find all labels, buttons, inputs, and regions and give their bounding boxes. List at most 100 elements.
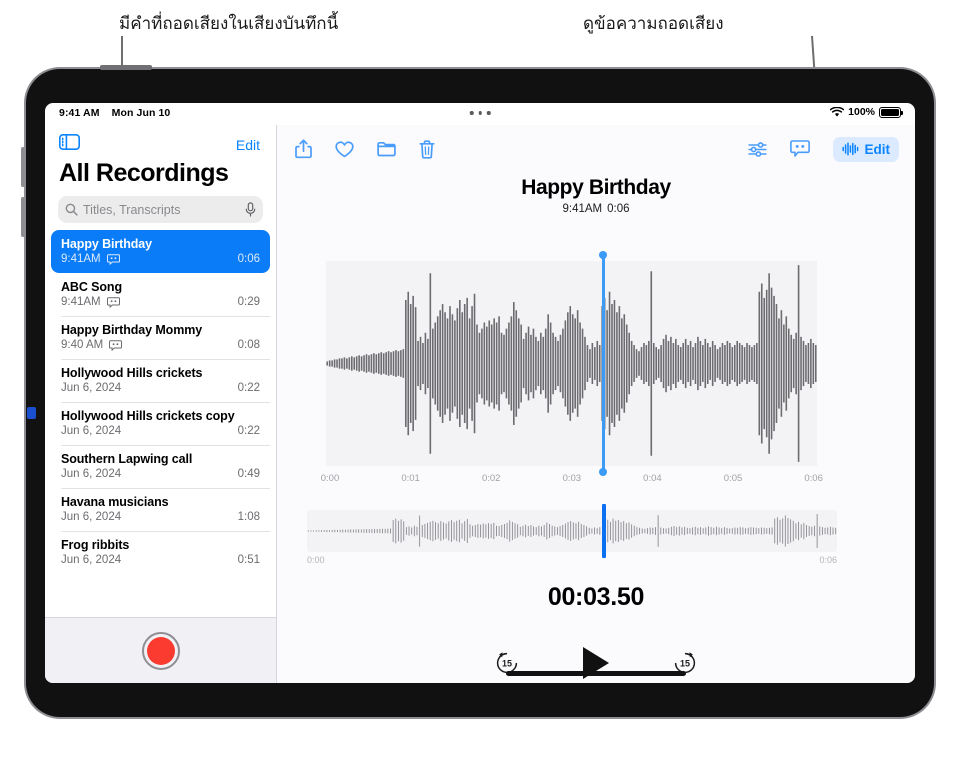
recording-title: Frog ribbits bbox=[61, 538, 130, 552]
recording-date: 9:41AM bbox=[61, 296, 101, 308]
annotation-transcript-available: มีคำที่ถอดเสียงในเสียงบันทึกนี้ bbox=[119, 14, 339, 34]
recording-duration: 0:51 bbox=[237, 554, 260, 566]
sidebar-edit-button[interactable]: Edit bbox=[236, 137, 260, 153]
recording-title: Hollywood Hills crickets copy bbox=[61, 409, 235, 423]
search-container: Titles, Transcripts bbox=[45, 196, 276, 230]
recording-title: Happy Birthday bbox=[61, 237, 152, 251]
list-item[interactable]: ABC Song 9:41AM 0:29 bbox=[51, 273, 270, 316]
folder-icon[interactable] bbox=[377, 141, 396, 157]
recording-duration: 0:29 bbox=[237, 296, 260, 308]
waveform-bars bbox=[326, 265, 817, 462]
search-input[interactable]: Titles, Transcripts bbox=[83, 203, 240, 217]
annotation-view-transcript: ดูข้อความถอดเสียง bbox=[583, 14, 724, 34]
skip-forward-label: 15 bbox=[680, 659, 690, 669]
trash-icon[interactable] bbox=[419, 139, 435, 159]
recording-date: 9:41AM bbox=[61, 253, 101, 265]
recording-meta: Jun 6, 2024 0:51 bbox=[61, 554, 260, 566]
recording-duration: 0:08 bbox=[237, 339, 260, 351]
recording-meta: 9:40 AM 0:08 bbox=[61, 339, 260, 351]
battery-icon bbox=[879, 106, 903, 118]
waveform-detail[interactable] bbox=[326, 255, 817, 472]
edit-waveform-button[interactable]: Edit bbox=[832, 136, 899, 162]
sidebar-toggle-icon[interactable] bbox=[59, 134, 80, 155]
ruler-tick: 0:05 bbox=[723, 473, 743, 484]
status-bar: 9:41 AM Mon Jun 10 100% bbox=[45, 103, 915, 125]
microphone-icon[interactable] bbox=[245, 202, 256, 217]
page-title: All Recordings bbox=[59, 159, 229, 187]
recording-duration: 0:06 bbox=[237, 253, 260, 265]
overview-labels: 0:00 0:06 bbox=[307, 555, 837, 565]
recording-meta: 9:41AM 0:29 bbox=[61, 296, 260, 308]
status-bar-right: 100% bbox=[830, 106, 903, 118]
list-item[interactable]: Hollywood Hills crickets copy Jun 6, 202… bbox=[51, 402, 270, 445]
ruler-tick: 0:06 bbox=[804, 473, 823, 484]
list-item[interactable]: Frog ribbits Jun 6, 2024 0:51 bbox=[51, 531, 270, 574]
transcript-icon[interactable] bbox=[789, 140, 810, 158]
power-button[interactable] bbox=[100, 65, 152, 70]
status-date: Mon Jun 10 bbox=[111, 107, 171, 119]
volume-down-button[interactable] bbox=[21, 197, 26, 237]
overview-end-label: 0:06 bbox=[819, 555, 837, 565]
timeline-ruler: 0:00 0:01 0:02 0:03 0:04 0:05 0:06 bbox=[321, 473, 823, 487]
recordings-sidebar: Edit All Recordings Titles, Transcripts bbox=[45, 125, 277, 683]
ruler-tick: 0:03 bbox=[562, 473, 582, 484]
recording-title: Havana musicians bbox=[61, 495, 169, 509]
recording-meta: 9:41AM 0:06 bbox=[61, 253, 260, 265]
recording-detail-panel: Edit Happy Birthday 9:41AM 0:06 0:00 0:0… bbox=[277, 125, 915, 683]
recording-date: Jun 6, 2024 bbox=[61, 511, 122, 523]
detail-toolbar: Edit bbox=[277, 125, 915, 165]
playhead-handle[interactable] bbox=[601, 255, 605, 472]
recording-date: Jun 6, 2024 bbox=[61, 468, 122, 480]
waveform-icon bbox=[841, 142, 858, 156]
sidebar-header: Edit bbox=[45, 125, 276, 157]
recording-duration: 1:08 bbox=[237, 511, 260, 523]
status-time: 9:41 AM bbox=[59, 107, 100, 119]
recording-duration: 0:49 bbox=[237, 468, 260, 480]
ruler-tick: 0:01 bbox=[401, 473, 420, 484]
device-indicator-dot bbox=[27, 407, 36, 419]
search-field[interactable]: Titles, Transcripts bbox=[58, 196, 263, 223]
transcript-icon bbox=[109, 339, 123, 351]
detail-duration: 0:06 bbox=[607, 203, 630, 215]
record-button[interactable] bbox=[141, 631, 180, 670]
list-item[interactable]: Happy Birthday 9:41AM 0:06 bbox=[51, 230, 270, 273]
recording-meta: Jun 6, 2024 0:22 bbox=[61, 425, 260, 437]
app-content: Edit All Recordings Titles, Transcripts bbox=[45, 125, 915, 683]
transcript-icon bbox=[106, 296, 120, 308]
share-icon[interactable] bbox=[295, 139, 312, 159]
list-item[interactable]: Havana musicians Jun 6, 2024 1:08 bbox=[51, 488, 270, 531]
list-item[interactable]: Hollywood Hills crickets Jun 6, 2024 0:2… bbox=[51, 359, 270, 402]
recording-title: ABC Song bbox=[61, 280, 122, 294]
recordings-list[interactable]: Happy Birthday 9:41AM 0:06 ABC Song 9:41… bbox=[45, 230, 276, 617]
audio-settings-icon[interactable] bbox=[747, 141, 767, 158]
home-indicator[interactable] bbox=[506, 671, 686, 676]
list-item[interactable]: Happy Birthday Mommy 9:40 AM 0:08 bbox=[51, 316, 270, 359]
recording-duration: 0:22 bbox=[237, 382, 260, 394]
recording-meta: Jun 6, 2024 0:22 bbox=[61, 382, 260, 394]
status-bar-left: 9:41 AM Mon Jun 10 bbox=[59, 107, 170, 119]
overview-bars bbox=[307, 514, 837, 548]
dynamic-island-dots bbox=[469, 111, 491, 115]
waveform-overview[interactable] bbox=[307, 504, 837, 558]
record-bar bbox=[45, 617, 276, 683]
favorite-heart-icon[interactable] bbox=[335, 140, 354, 158]
wifi-icon bbox=[830, 106, 845, 117]
recording-duration: 0:22 bbox=[237, 425, 260, 437]
detail-time: 9:41AM bbox=[562, 203, 603, 215]
timecode-display: 00:03.50 bbox=[547, 583, 645, 611]
search-icon bbox=[65, 203, 78, 216]
volume-up-button[interactable] bbox=[21, 147, 26, 187]
battery-percent: 100% bbox=[848, 106, 875, 118]
transcript-icon bbox=[106, 253, 120, 265]
skip-back-label: 15 bbox=[502, 659, 512, 669]
device-screen: 9:41 AM Mon Jun 10 100% Edit All Recordi… bbox=[45, 103, 915, 683]
list-item[interactable]: Southern Lapwing call Jun 6, 2024 0:49 bbox=[51, 445, 270, 488]
overview-start-label: 0:00 bbox=[307, 555, 325, 565]
recording-date: 9:40 AM bbox=[61, 339, 104, 351]
overview-background bbox=[307, 510, 837, 552]
recording-title: Happy Birthday Mommy bbox=[61, 323, 203, 337]
record-icon bbox=[146, 636, 175, 665]
recording-title: Southern Lapwing call bbox=[61, 452, 193, 466]
edit-pill-label: Edit bbox=[864, 141, 891, 157]
overview-playhead[interactable] bbox=[601, 504, 606, 558]
